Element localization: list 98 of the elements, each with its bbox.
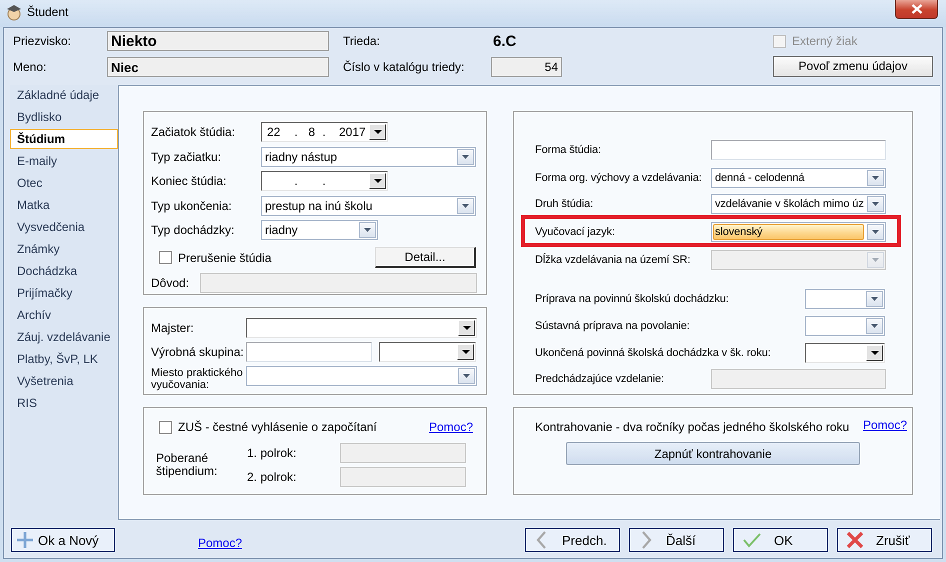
field-label: Majster: <box>151 321 195 335</box>
sidebar-item[interactable]: Archív <box>10 305 118 325</box>
close-button[interactable] <box>895 0 938 19</box>
detail-button[interactable]: Detail... <box>375 247 476 268</box>
caret-icon <box>374 179 382 183</box>
checkbox-label: Prerušenie štúdia <box>178 250 272 264</box>
caret-icon <box>872 230 879 234</box>
caret-icon <box>462 154 469 158</box>
sidebar-item[interactable]: Otec <box>10 173 118 193</box>
field-label: Vyučovací jazyk: <box>535 226 616 238</box>
sidebar-item[interactable]: Prijímačky <box>10 283 118 303</box>
caret-icon <box>364 228 371 232</box>
caret-icon <box>463 374 470 378</box>
field-label: Miesto praktického vyučovania: <box>151 367 244 391</box>
field-label: Trieda: <box>343 34 381 48</box>
help-link[interactable]: Pomoc? <box>428 420 473 434</box>
check-icon <box>742 532 762 548</box>
sidebar-item[interactable]: Platby, ŠvP, LK <box>10 349 118 369</box>
combo-box[interactable] <box>805 289 885 309</box>
checkbox-label: ZUŠ - čestné vyhlásenie o započítaní <box>178 420 377 434</box>
combo-box[interactable] <box>805 316 885 336</box>
dropdown[interactable] <box>246 318 477 338</box>
field-label: Poberané štipendium: <box>156 452 218 478</box>
field-label: Začiatok štúdia: <box>151 125 236 139</box>
date-picker[interactable]: 22 . 8 . 2017 <box>261 122 388 142</box>
ok-button[interactable]: OK <box>733 528 828 552</box>
combo-box[interactable]: denná - celodenná <box>711 168 886 188</box>
field-label: Dĺžka vzdelávania na území SR: <box>535 254 692 266</box>
field-label: Príprava na povinnú školskú dochádzku: <box>535 293 729 305</box>
sidebar-item[interactable]: Záuj. vzdelávanie <box>10 327 118 347</box>
close-icon <box>910 4 922 14</box>
ok-new-button[interactable]: Ok a Nový <box>11 528 115 552</box>
sidebar-item[interactable]: Dochádzka <box>10 261 118 281</box>
help-link[interactable]: Pomoc? <box>862 418 907 432</box>
combo-box[interactable]: riadny <box>261 220 378 240</box>
window-title: Študent <box>27 5 68 19</box>
plus-icon <box>16 531 34 549</box>
field-label: 2. polrok: <box>247 470 298 484</box>
caret-icon <box>871 297 878 301</box>
caret-icon <box>374 130 382 134</box>
caret-icon <box>871 324 878 328</box>
field-label: Dôvod: <box>151 276 190 290</box>
field-label: Typ začiatku: <box>151 150 222 164</box>
field-label: Predchádzajúce vzdelanie: <box>535 373 665 385</box>
sidebar-item[interactable]: Základné údaje <box>10 85 118 105</box>
text-field[interactable]: Niec <box>107 57 329 77</box>
sidebar-item[interactable]: Bydlisko <box>10 107 118 127</box>
caret-icon <box>872 176 879 180</box>
graduate-icon <box>5 3 23 21</box>
caret-icon <box>462 326 470 330</box>
contracting-button[interactable]: Zapnúť kontrahovanie <box>566 442 860 465</box>
text-field[interactable] <box>711 140 886 160</box>
field-label: Výrobná skupina: <box>151 345 245 359</box>
caret-icon <box>872 202 879 206</box>
sidebar-item[interactable]: Známky <box>10 239 118 259</box>
sidebar-item[interactable]: Matka <box>10 195 118 215</box>
field-label: Koniec štúdia: <box>151 174 228 188</box>
help-link[interactable]: Pomoc? <box>198 536 242 550</box>
combo-box[interactable]: slovenský <box>711 222 886 242</box>
dropdown[interactable] <box>379 342 476 362</box>
text-field[interactable]: 54 <box>491 57 562 77</box>
field-label: Druh štúdia: <box>535 198 594 210</box>
date-picker[interactable]: . . <box>261 171 388 191</box>
unlock-button[interactable]: Povoľ zmenu údajov <box>773 56 933 76</box>
field-label: Typ dochádzky: <box>151 223 236 237</box>
text-field[interactable] <box>246 342 372 362</box>
group-text: Kontrahovanie - dva ročníky počas jedného školského roku <box>535 420 850 434</box>
combo-box[interactable]: prestup na inú školu <box>261 196 476 216</box>
sidebar-item[interactable]: E-maily <box>10 151 118 171</box>
class-value: 6.C <box>493 32 518 50</box>
checkbox-label: Externý žiak <box>792 34 858 48</box>
field-label: Forma org. výchovy a vzdelávania: <box>535 172 703 184</box>
combo-box[interactable]: vzdelávanie v školách mimo úz <box>711 194 886 214</box>
sidebar-item[interactable]: Vysvedčenia <box>10 217 118 237</box>
next-button[interactable]: Ďalší <box>629 528 724 552</box>
close-icon <box>846 531 864 549</box>
sidebar-item[interactable]: Vyšetrenia <box>10 371 118 391</box>
checkbox[interactable] <box>159 251 172 264</box>
dropdown[interactable] <box>805 343 885 363</box>
caret-icon <box>872 258 879 262</box>
field-label: Ukončená povinná školská dochádzka v šk. roku: <box>535 347 771 359</box>
caret-icon <box>870 351 878 355</box>
combo-box[interactable]: riadny nástup <box>261 146 476 166</box>
field-label: Typ ukončenia: <box>151 198 233 212</box>
sidebar-item[interactable]: RIS <box>10 393 118 413</box>
cancel-button[interactable]: Zrušiť <box>837 528 932 552</box>
field-label: 1. polrok: <box>247 446 298 460</box>
checkbox[interactable] <box>159 420 172 434</box>
text-field[interactable]: Niekto <box>107 31 329 51</box>
caret-icon <box>462 350 470 354</box>
previous-button[interactable]: Predch. <box>525 528 620 552</box>
caret-icon <box>462 204 469 208</box>
field-label: Priezvisko: <box>13 34 72 48</box>
field-label: Číslo v katalógu triedy: <box>343 60 466 74</box>
field-label: Forma štúdia: <box>535 144 602 156</box>
field-label: Meno: <box>13 60 48 74</box>
field-label: Sústavná príprava na povolanie: <box>535 320 691 332</box>
sidebar-item[interactable]: Štúdium <box>10 129 118 149</box>
